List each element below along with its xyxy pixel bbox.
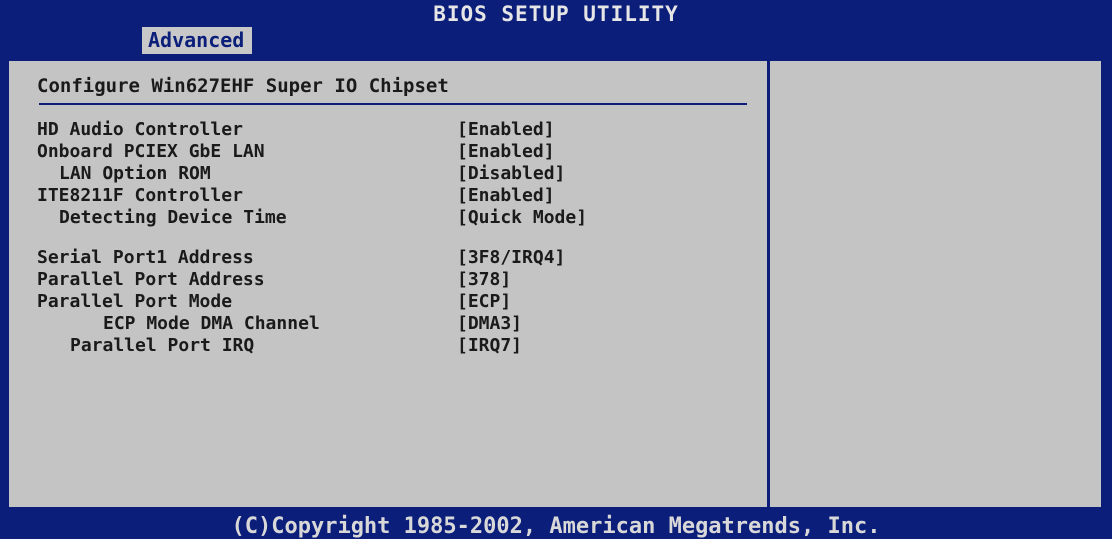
- setting-label: Parallel Port Mode: [37, 291, 233, 312]
- top-bar: BIOS SETUP UTILITY Advanced: [0, 0, 1112, 54]
- setting-value[interactable]: [3F8/IRQ4]: [457, 247, 565, 269]
- setting-row[interactable]: Parallel Port Address [378]: [37, 269, 757, 291]
- setting-row[interactable]: Serial Port1 Address [3F8/IRQ4]: [37, 247, 757, 269]
- setting-value[interactable]: [Enabled]: [457, 119, 555, 141]
- setting-row[interactable]: Parallel Port IRQ [IRQ7]: [37, 335, 757, 357]
- setting-label: ITE8211F Controller: [37, 185, 243, 206]
- setting-label: HD Audio Controller: [37, 119, 243, 140]
- main-panel: Configure Win627EHF Super IO Chipset HD …: [6, 58, 1104, 510]
- setting-label: LAN Option ROM: [59, 163, 211, 184]
- copyright-footer: (C)Copyright 1985-2002, American Megatre…: [231, 514, 881, 539]
- settings-pane: Configure Win627EHF Super IO Chipset: [31, 71, 761, 101]
- bios-title: BIOS SETUP UTILITY: [433, 2, 679, 26]
- setting-label: Parallel Port IRQ: [70, 335, 255, 356]
- setting-value[interactable]: [ECP]: [457, 291, 511, 313]
- panel-heading: Configure Win627EHF Super IO Chipset: [37, 75, 449, 97]
- setting-value[interactable]: [Enabled]: [457, 141, 555, 163]
- setting-value[interactable]: [378]: [457, 269, 511, 291]
- setting-row[interactable]: LAN Option ROM [Disabled]: [37, 163, 757, 185]
- setting-label: Onboard PCIEX GbE LAN: [37, 141, 265, 162]
- setting-row[interactable]: HD Audio Controller [Enabled]: [37, 119, 757, 141]
- setting-row[interactable]: Parallel Port Mode [ECP]: [37, 291, 757, 313]
- setting-value[interactable]: [IRQ7]: [457, 335, 522, 357]
- setting-row[interactable]: ITE8211F Controller [Enabled]: [37, 185, 757, 207]
- setting-row[interactable]: Onboard PCIEX GbE LAN [Enabled]: [37, 141, 757, 163]
- setting-label: Parallel Port Address: [37, 269, 265, 290]
- tab-advanced[interactable]: Advanced: [142, 27, 253, 54]
- help-pane-divider: [767, 61, 770, 507]
- setting-label: Detecting Device Time: [59, 207, 287, 228]
- settings-list: HD Audio Controller [Enabled] Onboard PCIE…: [37, 119, 757, 357]
- setting-label: ECP Mode DMA Channel: [103, 313, 320, 334]
- heading-divider: [39, 103, 747, 105]
- setting-value[interactable]: [Quick Mode]: [457, 207, 587, 229]
- setting-label: Serial Port1 Address: [37, 247, 254, 268]
- setting-row[interactable]: ECP Mode DMA Channel [DMA3]: [37, 313, 757, 335]
- setting-value[interactable]: [Disabled]: [457, 163, 565, 185]
- setting-value[interactable]: [Enabled]: [457, 185, 555, 207]
- setting-value[interactable]: [DMA3]: [457, 313, 522, 335]
- setting-row[interactable]: Detecting Device Time [Quick Mode]: [37, 207, 757, 229]
